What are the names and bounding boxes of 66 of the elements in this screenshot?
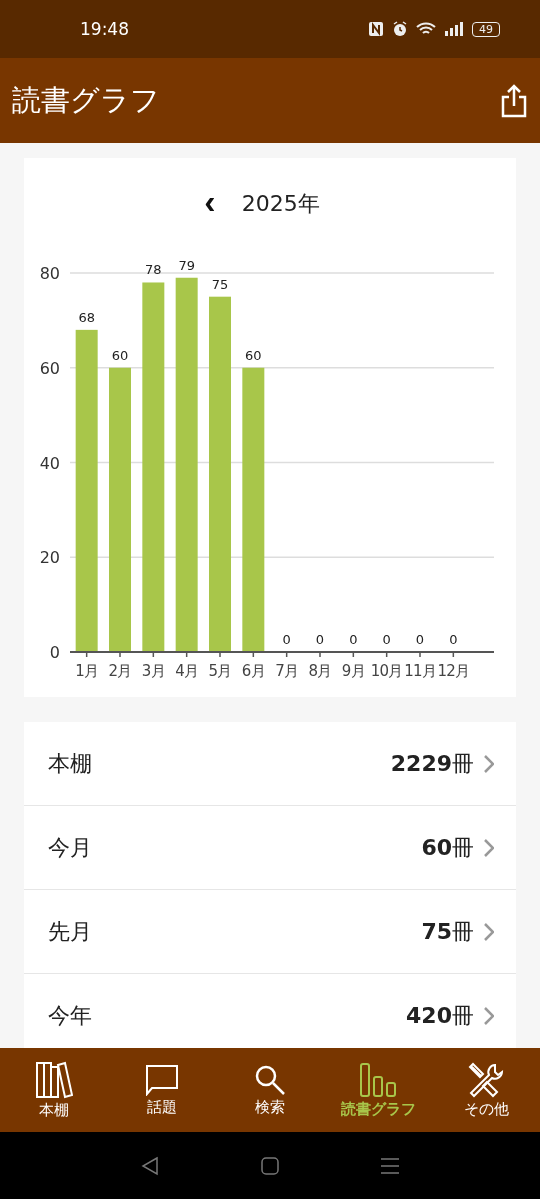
nav-tab[interactable]: 検索 — [216, 1048, 324, 1132]
stat-label: 本棚 — [48, 749, 93, 778]
axis-label: 12月 — [437, 662, 470, 680]
value-label: 0 — [415, 632, 425, 647]
axis-label: 0 — [49, 643, 60, 662]
nfc-icon — [368, 21, 384, 37]
stat-value: 60冊 — [421, 833, 474, 862]
stat-value: 420冊 — [406, 1001, 474, 1030]
stat-value: 2229冊 — [390, 749, 474, 778]
axis-label: 5月 — [208, 662, 232, 680]
axis-label: 1月 — [75, 662, 99, 680]
axis-label: 80 — [39, 264, 60, 283]
axis-label: 9月 — [341, 662, 365, 680]
axis-label: 2月 — [108, 662, 132, 680]
signal-icon — [444, 21, 464, 37]
search-icon — [254, 1063, 286, 1096]
value-label: 0 — [382, 632, 391, 647]
stat-row[interactable]: 今月 60冊 — [24, 806, 516, 890]
value-label: 0 — [315, 632, 325, 647]
stat-value: 75冊 — [421, 917, 474, 946]
year-label: 2025年 — [241, 190, 320, 218]
stat-row[interactable]: 先月 75冊 — [24, 890, 516, 974]
axis-label: 10月 — [370, 662, 403, 680]
value-label: 68 — [78, 309, 95, 325]
home-icon[interactable] — [260, 1155, 280, 1176]
value-label: 0 — [449, 632, 458, 647]
value-label: 60 — [111, 347, 129, 363]
tools-icon — [467, 1061, 505, 1098]
axis-label: 6月 — [241, 662, 265, 680]
chevron-right-icon — [484, 922, 494, 941]
nav-tab[interactable]: 本棚 — [0, 1048, 108, 1132]
axis-label: 7月 — [275, 662, 299, 680]
value-label: 75 — [211, 276, 229, 292]
status-time: 19:48 — [80, 19, 130, 39]
value-label: 79 — [178, 257, 195, 273]
alarm-icon — [392, 21, 408, 37]
nav-tab[interactable]: その他 — [432, 1048, 540, 1132]
nav-tab[interactable]: 話題 — [108, 1048, 216, 1132]
chevron-right-icon — [484, 1006, 494, 1025]
battery-indicator: 49 — [472, 21, 500, 37]
menu-icon[interactable] — [380, 1155, 400, 1176]
value-label: 60 — [245, 347, 262, 363]
chat-icon — [145, 1063, 179, 1096]
previous-year-button[interactable]: ‹ — [200, 184, 220, 224]
axis-label: 4月 — [175, 662, 199, 680]
axis-label: 20 — [39, 548, 60, 568]
books-icon — [35, 1060, 73, 1099]
chevron-right-icon — [484, 838, 494, 857]
axis-label: 40 — [39, 453, 60, 473]
axis-label: 3月 — [141, 662, 165, 680]
bar-graph-icon — [358, 1061, 398, 1098]
stat-label: 今月 — [48, 833, 93, 862]
share-icon[interactable] — [500, 83, 528, 118]
back-icon[interactable] — [140, 1155, 160, 1176]
stat-label: 先月 — [48, 917, 93, 946]
axis-label: 60 — [39, 358, 60, 378]
value-label: 0 — [282, 632, 291, 647]
chevron-right-icon — [484, 754, 494, 773]
value-label: 0 — [349, 632, 358, 647]
screen-title: 読書グラフ — [12, 81, 160, 119]
value-label: 78 — [145, 262, 162, 278]
nav-tab[interactable]: 読書グラフ — [324, 1048, 432, 1132]
axis-label: 11月 — [404, 662, 436, 680]
axis-label: 8月 — [308, 662, 332, 680]
stat-label: 今年 — [48, 1001, 93, 1030]
stat-row[interactable]: 本棚 2229冊 — [24, 722, 516, 806]
